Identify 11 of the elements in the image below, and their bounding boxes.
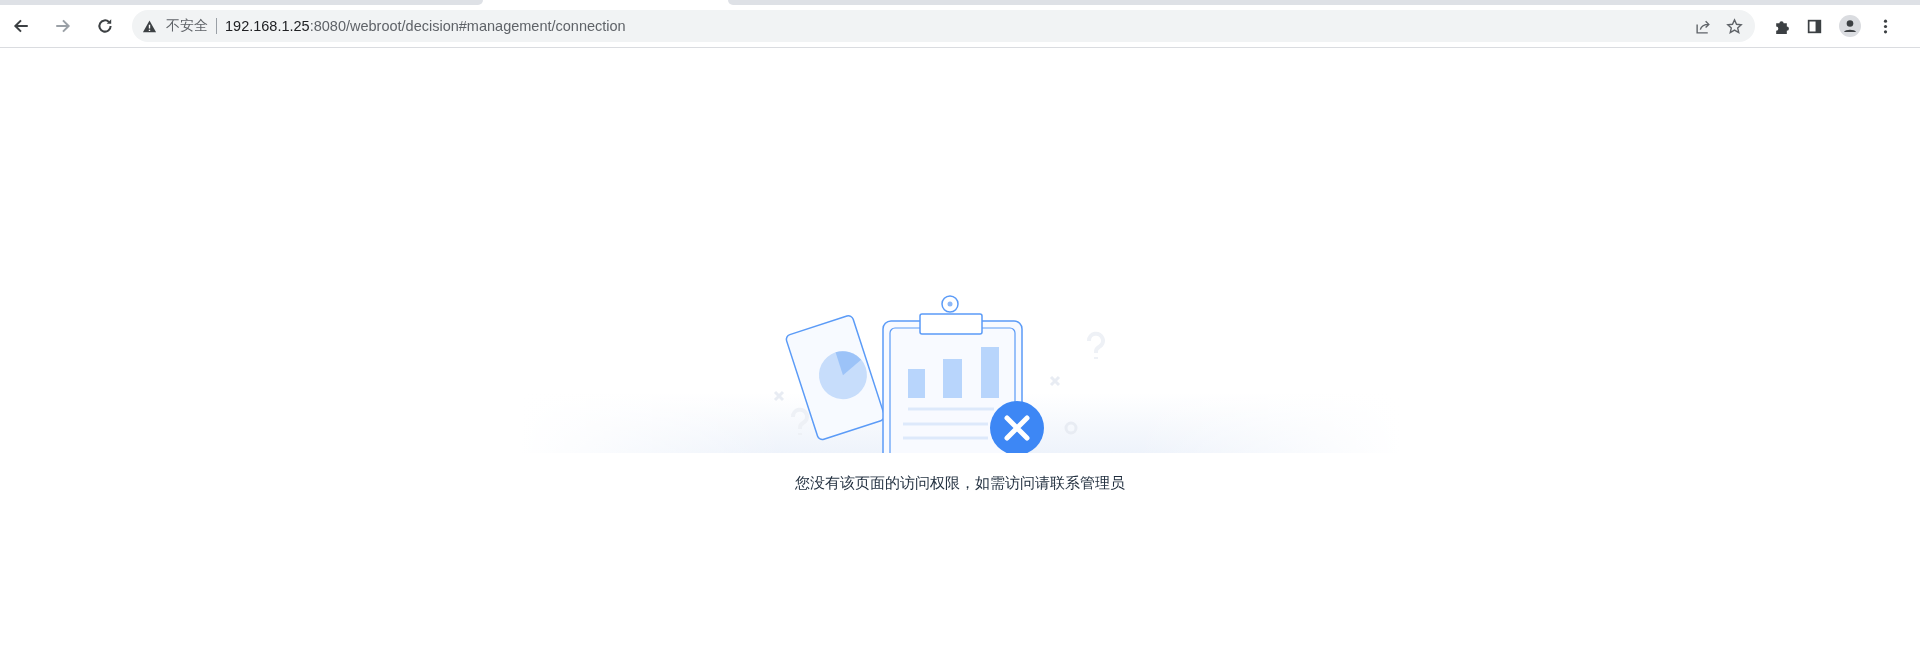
side-panel-icon[interactable]	[1806, 17, 1823, 35]
profile-icon[interactable]	[1839, 15, 1861, 37]
address-bar[interactable]: 不安全 192.168.1.25:8080/webroot/decision#management/connection	[132, 10, 1755, 42]
back-icon[interactable]	[12, 17, 30, 35]
security-label[interactable]: 不安全	[166, 17, 208, 35]
access-denied-message: 您没有该页面的访问权限，如需访问请联系管理员	[795, 474, 1125, 493]
star-icon[interactable]	[1726, 17, 1743, 35]
warning-icon	[142, 18, 157, 34]
forward-icon[interactable]	[54, 17, 72, 35]
reload-icon[interactable]	[96, 17, 114, 35]
url-text: 192.168.1.25:8080/webroot/decision#management/connection	[225, 18, 626, 34]
